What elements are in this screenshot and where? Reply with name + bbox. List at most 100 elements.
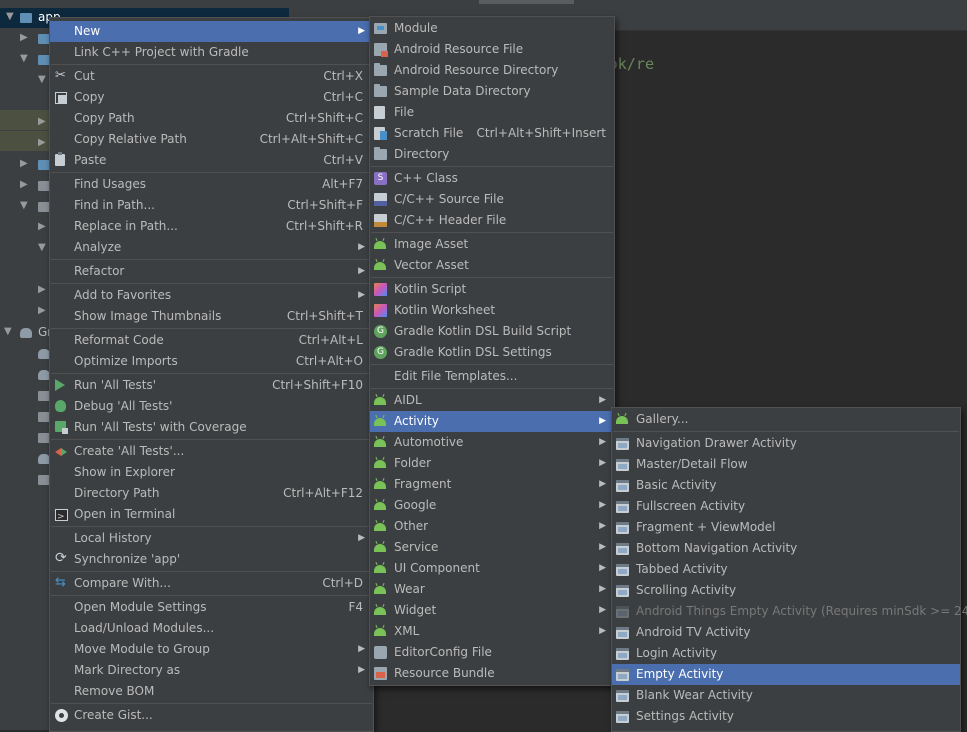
- context-menu-item-analyze[interactable]: Analyze ▶: [50, 237, 373, 258]
- new-menu-item-image-asset[interactable]: Image Asset: [370, 234, 614, 255]
- context-menu-item-refactor[interactable]: Refactor ▶: [50, 261, 373, 282]
- context-menu-item-optimize-imports[interactable]: Optimize Imports Ctrl+Alt+O: [50, 351, 373, 372]
- new-menu-item-file[interactable]: File: [370, 102, 614, 123]
- new-menu-item-aidl[interactable]: AIDL ▶: [370, 390, 614, 411]
- expand-arrow-icon[interactable]: ▼: [6, 11, 14, 22]
- context-menu-item-compare-with[interactable]: ⇆ Compare With... Ctrl+D: [50, 573, 373, 594]
- new-menu-item-widget[interactable]: Widget ▶: [370, 600, 614, 621]
- menu-item-label: Create Gist...: [74, 708, 153, 722]
- collapse-arrow-icon[interactable]: ▶: [20, 158, 28, 169]
- context-menu-item-move-module-to-group[interactable]: Move Module to Group ▶: [50, 639, 373, 660]
- context-menu-item-mark-directory-as[interactable]: Mark Directory as ▶: [50, 660, 373, 681]
- context-menu-item-run-all-tests[interactable]: Run 'All Tests' Ctrl+Shift+F10: [50, 375, 373, 396]
- context-menu-item-create-gist[interactable]: Create Gist...: [50, 705, 373, 726]
- context-menu-item-add-to-favorites[interactable]: Add to Favorites ▶: [50, 285, 373, 306]
- new-menu-item-activity[interactable]: Activity ▶: [370, 411, 614, 432]
- new-menu-item-scratch-file[interactable]: Scratch File Ctrl+Alt+Shift+Insert: [370, 123, 614, 144]
- collapse-arrow-icon[interactable]: ▶: [20, 179, 28, 190]
- context-menu-item-run-all-tests-with-coverage[interactable]: Run 'All Tests' with Coverage: [50, 417, 373, 438]
- new-menu-item-automotive[interactable]: Automotive ▶: [370, 432, 614, 453]
- context-menu-item-find-in-path[interactable]: Find in Path... Ctrl+Shift+F: [50, 195, 373, 216]
- new-menu-item-google[interactable]: Google ▶: [370, 495, 614, 516]
- expand-arrow-icon[interactable]: ▼: [4, 326, 12, 337]
- activity-menu-item-master-detail-flow[interactable]: Master/Detail Flow: [612, 454, 960, 475]
- new-menu-item-android-resource-file[interactable]: Android Resource File: [370, 39, 614, 60]
- collapse-arrow-icon[interactable]: ▶: [38, 305, 46, 316]
- context-menu-item-show-image-thumbnails[interactable]: Show Image Thumbnails Ctrl+Shift+T: [50, 306, 373, 327]
- activity-menu-item-basic-activity[interactable]: Basic Activity: [612, 475, 960, 496]
- activity-menu-item-navigation-drawer-activity[interactable]: Navigation Drawer Activity: [612, 433, 960, 454]
- activity-template-icon: [616, 669, 629, 681]
- expand-arrow-icon[interactable]: ▼: [38, 74, 46, 85]
- context-menu-item-directory-path[interactable]: Directory Path Ctrl+Alt+F12: [50, 483, 373, 504]
- menu-item-label: Android Things Empty Activity (Requires …: [636, 604, 967, 618]
- collapse-arrow-icon[interactable]: ▶: [38, 284, 46, 295]
- new-menu-item-android-resource-directory[interactable]: Android Resource Directory: [370, 60, 614, 81]
- context-menu-item-replace-in-path[interactable]: Replace in Path... Ctrl+Shift+R: [50, 216, 373, 237]
- menu-item-shortcut: Ctrl+Shift+T: [286, 309, 363, 323]
- new-menu-item-gradle-kotlin-dsl-settings[interactable]: G Gradle Kotlin DSL Settings: [370, 342, 614, 363]
- context-menu-item-open-module-settings[interactable]: Open Module Settings F4: [50, 597, 373, 618]
- activity-menu-item-bottom-navigation-activity[interactable]: Bottom Navigation Activity: [612, 538, 960, 559]
- menu-item-label: Show Image Thumbnails: [74, 309, 222, 323]
- context-menu-item-copy[interactable]: Copy Ctrl+C: [50, 87, 373, 108]
- context-menu-item-paste[interactable]: Paste Ctrl+V: [50, 150, 373, 171]
- activity-menu-item-tabbed-activity[interactable]: Tabbed Activity: [612, 559, 960, 580]
- collapse-arrow-icon[interactable]: ▶: [38, 221, 46, 232]
- context-menu-item-find-usages[interactable]: Find Usages Alt+F7: [50, 174, 373, 195]
- activity-menu-item-gallery[interactable]: Gallery...: [612, 409, 960, 430]
- activity-menu-item-settings-activity[interactable]: Settings Activity: [612, 706, 960, 727]
- collapse-arrow-icon[interactable]: ▶: [38, 116, 46, 127]
- context-menu-item-debug-all-tests[interactable]: Debug 'All Tests': [50, 396, 373, 417]
- new-menu-item-directory[interactable]: Directory: [370, 144, 614, 165]
- new-menu-item-editorconfig-file[interactable]: EditorConfig File: [370, 642, 614, 663]
- tab-scrollbar[interactable]: [479, 0, 574, 4]
- new-menu-item-kotlin-worksheet[interactable]: Kotlin Worksheet: [370, 300, 614, 321]
- context-menu-item-copy-path[interactable]: Copy Path Ctrl+Shift+C: [50, 108, 373, 129]
- new-menu-item-gradle-kotlin-dsl-build-script[interactable]: G Gradle Kotlin DSL Build Script: [370, 321, 614, 342]
- new-menu-item-c-class[interactable]: S C++ Class: [370, 168, 614, 189]
- new-menu-item-c-c-header-file[interactable]: C/C++ Header File: [370, 210, 614, 231]
- activity-menu-item-blank-wear-activity[interactable]: Blank Wear Activity: [612, 685, 960, 706]
- new-menu-item-ui-component[interactable]: UI Component ▶: [370, 558, 614, 579]
- activity-template-icon: [616, 438, 629, 450]
- collapse-arrow-icon[interactable]: ▶: [20, 32, 28, 43]
- activity-menu-item-scrolling-activity[interactable]: Scrolling Activity: [612, 580, 960, 601]
- context-menu-item-cut[interactable]: ✂ Cut Ctrl+X: [50, 66, 373, 87]
- new-menu-item-xml[interactable]: XML ▶: [370, 621, 614, 642]
- context-menu-item-show-in-explorer[interactable]: Show in Explorer: [50, 462, 373, 483]
- activity-menu-item-empty-activity[interactable]: Empty Activity: [612, 664, 960, 685]
- new-menu-item-kotlin-script[interactable]: Kotlin Script: [370, 279, 614, 300]
- collapse-arrow-icon[interactable]: ▶: [38, 137, 46, 148]
- menu-item-label: AIDL: [394, 393, 422, 407]
- new-menu-item-edit-file-templates[interactable]: Edit File Templates...: [370, 366, 614, 387]
- context-menu-item-open-in-terminal[interactable]: Open in Terminal: [50, 504, 373, 528]
- new-menu-item-wear[interactable]: Wear ▶: [370, 579, 614, 600]
- new-menu-item-module[interactable]: Module: [370, 18, 614, 39]
- expand-arrow-icon[interactable]: ▼: [20, 53, 28, 64]
- new-menu-item-sample-data-directory[interactable]: Sample Data Directory: [370, 81, 614, 102]
- new-menu-item-service[interactable]: Service ▶: [370, 537, 614, 558]
- new-menu-item-other[interactable]: Other ▶: [370, 516, 614, 537]
- context-menu-item-new[interactable]: New ▶: [50, 21, 373, 42]
- new-menu-item-vector-asset[interactable]: Vector Asset: [370, 255, 614, 276]
- expand-arrow-icon[interactable]: ▼: [20, 200, 28, 211]
- context-menu-item-remove-bom[interactable]: Remove BOM: [50, 681, 373, 702]
- context-menu-item-load-unload-modules[interactable]: Load/Unload Modules...: [50, 618, 373, 639]
- context-menu-item-copy-relative-path[interactable]: Copy Relative Path Ctrl+Alt+Shift+C: [50, 129, 373, 150]
- activity-menu-item-android-tv-activity[interactable]: Android TV Activity: [612, 622, 960, 643]
- context-menu-item-create-all-tests[interactable]: Create 'All Tests'...: [50, 441, 373, 462]
- menu-item-label: Compare With...: [74, 576, 171, 590]
- new-menu-item-c-c-source-file[interactable]: C/C++ Source File: [370, 189, 614, 210]
- expand-arrow-icon[interactable]: ▼: [38, 242, 46, 253]
- new-menu-item-resource-bundle[interactable]: Resource Bundle: [370, 663, 614, 684]
- context-menu-item-reformat-code[interactable]: Reformat Code Ctrl+Alt+L: [50, 330, 373, 351]
- activity-menu-item-fragment-viewmodel[interactable]: Fragment + ViewModel: [612, 517, 960, 538]
- activity-menu-item-login-activity[interactable]: Login Activity: [612, 643, 960, 664]
- context-menu-item-link-c-project-with-gradle[interactable]: Link C++ Project with Gradle: [50, 42, 373, 63]
- activity-menu-item-fullscreen-activity[interactable]: Fullscreen Activity: [612, 496, 960, 517]
- new-menu-item-folder[interactable]: Folder ▶: [370, 453, 614, 474]
- new-menu-item-fragment[interactable]: Fragment ▶: [370, 474, 614, 495]
- context-menu-item-synchronize-app[interactable]: ⟳ Synchronize 'app': [50, 549, 373, 570]
- context-menu-item-local-history[interactable]: Local History ▶: [50, 528, 373, 549]
